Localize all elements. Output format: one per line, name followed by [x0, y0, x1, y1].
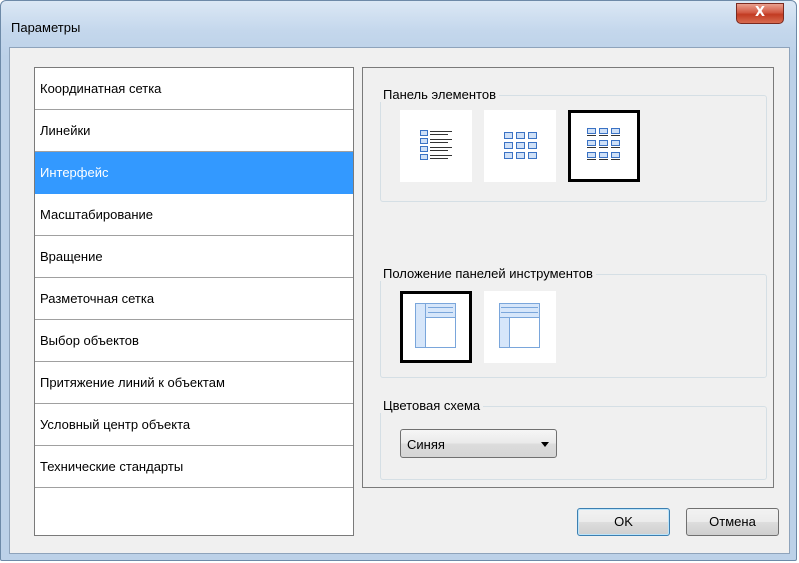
- toolbar-left-layout-icon: [415, 303, 456, 348]
- dialog-client-area: Координатная сетка Линейки Интерфейс Мас…: [9, 47, 790, 554]
- list-view-option[interactable]: [400, 110, 472, 182]
- nav-item-grid[interactable]: Координатная сетка: [35, 68, 353, 110]
- toolbar-top-option[interactable]: [484, 291, 556, 363]
- toolbar-position-title: Положение панелей инструментов: [380, 266, 596, 281]
- grid-captions-view-option[interactable]: [568, 110, 640, 182]
- panel-elements-group: Панель элементов: [380, 87, 767, 202]
- ok-button[interactable]: OK: [577, 508, 670, 536]
- window-title: Параметры: [11, 20, 81, 35]
- nav-item-standards[interactable]: Технические стандарты: [35, 446, 353, 488]
- color-scheme-value: Синяя: [407, 437, 445, 452]
- close-icon: X: [754, 5, 766, 20]
- grid-captions-view-icon: [587, 128, 620, 160]
- chevron-down-icon: [541, 442, 549, 447]
- nav-item-rulers[interactable]: Линейки: [35, 110, 353, 152]
- nav-item-object-center[interactable]: Условный центр объекта: [35, 404, 353, 446]
- nav-item-rotation[interactable]: Вращение: [35, 236, 353, 278]
- settings-panel: Панель элементов Положение панелей инстр…: [362, 67, 774, 488]
- nav-item-line-snapping[interactable]: Притяжение линий к объектам: [35, 362, 353, 404]
- color-scheme-group: Цветовая схема Синяя: [380, 398, 767, 480]
- panel-elements-title: Панель элементов: [380, 87, 499, 102]
- category-list: Координатная сетка Линейки Интерфейс Мас…: [34, 67, 354, 536]
- color-scheme-select[interactable]: Синяя: [400, 429, 557, 458]
- grid-view-option[interactable]: [484, 110, 556, 182]
- close-button[interactable]: X: [736, 3, 784, 24]
- nav-item-object-selection[interactable]: Выбор объектов: [35, 320, 353, 362]
- grid-view-icon: [504, 132, 537, 159]
- nav-item-interface[interactable]: Интерфейс: [35, 152, 353, 194]
- cancel-button[interactable]: Отмена: [686, 508, 779, 536]
- title-bar[interactable]: Параметры X: [1, 1, 796, 47]
- options-dialog: Параметры X Координатная сетка Линейки И…: [0, 0, 797, 561]
- nav-item-layout-grid[interactable]: Разметочная сетка: [35, 278, 353, 320]
- toolbar-top-layout-icon: [499, 303, 540, 348]
- toolbar-left-option[interactable]: [400, 291, 472, 363]
- list-view-icon: [420, 130, 452, 160]
- nav-item-scaling[interactable]: Масштабирование: [35, 194, 353, 236]
- toolbar-position-group: Положение панелей инструментов: [380, 266, 767, 378]
- color-scheme-title: Цветовая схема: [380, 398, 484, 413]
